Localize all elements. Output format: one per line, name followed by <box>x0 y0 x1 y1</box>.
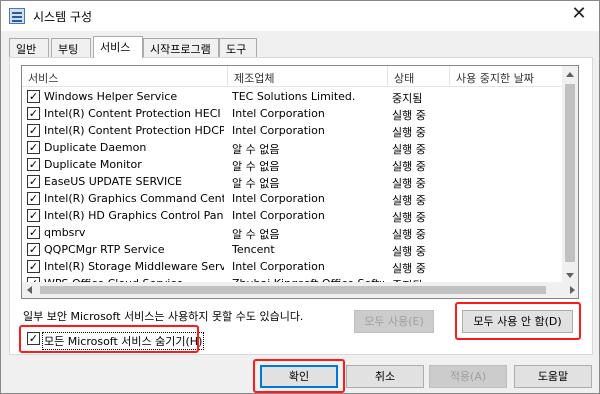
service-checkbox[interactable]: ✓ <box>27 90 40 103</box>
vertical-scrollbar[interactable] <box>562 66 578 283</box>
service-name: qmbsrv <box>44 226 86 239</box>
horizontal-scroll-thumb[interactable] <box>40 286 546 294</box>
column-header-status[interactable]: 상태 <box>388 66 450 87</box>
service-name: Intel(R) Content Protection HECI Se... <box>44 107 224 120</box>
service-row[interactable]: ✓ Intel(R) Storage Middleware Service Inte… <box>22 258 563 275</box>
apply-button[interactable]: 적용(A) <box>429 365 507 388</box>
info-text: 일부 보안 Microsoft 서비스는 사용하지 못할 수도 있습니다. <box>23 310 304 323</box>
hide-ms-checkbox[interactable]: ✓ <box>27 332 40 345</box>
service-checkbox[interactable]: ✓ <box>27 192 40 205</box>
window-title: 시스템 구성 <box>33 10 93 24</box>
title-bar: 시스템 구성 ✕ <box>1 1 599 31</box>
service-name: Intel(R) HD Graphics Control Panel ... <box>44 209 224 222</box>
column-header-disabled-date[interactable]: 사용 중지한 날짜 <box>450 66 563 87</box>
service-checkbox[interactable]: ✓ <box>27 260 40 273</box>
service-row[interactable]: ✓ Intel(R) Graphics Command Center ... Int… <box>22 190 563 207</box>
tab-startup[interactable]: 시작프로그램 <box>143 38 219 57</box>
service-status: 실행 중 <box>392 126 426 138</box>
tab-bar: 일반 부팅 서비스 시작프로그램 도구 <box>9 36 593 58</box>
service-checkbox[interactable]: ✓ <box>27 243 40 256</box>
service-row[interactable]: ✓ Intel(R) Content Protection HDCP S... In… <box>22 122 563 139</box>
service-checkbox[interactable]: ✓ <box>27 175 40 188</box>
tab-boot[interactable]: 부팅 <box>51 38 91 57</box>
service-vendor: TEC Solutions Limited. <box>232 90 356 103</box>
service-status: 실행 중 <box>392 211 426 223</box>
service-status: 중지됨 <box>392 92 423 104</box>
service-name: Windows Helper Service <box>44 90 178 103</box>
enable-all-button[interactable]: 모두 사용(E) <box>354 310 434 333</box>
service-vendor: 알 수 없음 <box>232 228 280 240</box>
service-row[interactable]: ✓ EaseUS UPDATE SERVICE 알 수 없음 실행 중 <box>22 173 563 190</box>
horizontal-scrollbar[interactable] <box>22 282 578 298</box>
msconfig-app-icon <box>9 8 25 24</box>
service-status: 실행 중 <box>392 109 426 121</box>
cancel-button[interactable]: 취소 <box>346 365 424 388</box>
scroll-right-icon[interactable] <box>570 286 575 294</box>
scroll-left-icon[interactable] <box>27 286 32 294</box>
service-name: EaseUS UPDATE SERVICE <box>44 175 182 188</box>
service-checkbox[interactable]: ✓ <box>27 226 40 239</box>
service-checkbox[interactable]: ✓ <box>27 107 40 120</box>
service-checkbox[interactable]: ✓ <box>27 141 40 154</box>
service-vendor: Intel Corporation <box>232 107 325 120</box>
service-vendor: 알 수 없음 <box>232 177 280 189</box>
service-vendor: 알 수 없음 <box>232 160 280 172</box>
service-row[interactable]: ✓ QQPCMgr RTP Service Tencent 실행 중 <box>22 241 563 258</box>
service-status: 실행 중 <box>392 143 426 155</box>
service-row[interactable]: ✓ Intel(R) HD Graphics Control Panel ... I… <box>22 207 563 224</box>
service-status: 실행 중 <box>392 194 426 206</box>
column-header-service[interactable]: 서비스 <box>22 66 228 87</box>
vertical-scroll-thumb[interactable] <box>565 84 575 262</box>
disable-all-button[interactable]: 모두 사용 안 함(D) <box>462 310 573 333</box>
service-checkbox[interactable]: ✓ <box>27 158 40 171</box>
service-status: 실행 중 <box>392 160 426 172</box>
scroll-up-icon[interactable] <box>566 72 574 77</box>
list-header: 서비스 제조업체 상태 사용 중지한 날짜 <box>22 66 563 87</box>
service-vendor: Intel Corporation <box>232 260 325 273</box>
service-vendor: Tencent <box>232 243 275 256</box>
service-name: Duplicate Daemon <box>44 141 147 154</box>
service-checkbox[interactable]: ✓ <box>27 209 40 222</box>
service-row[interactable]: ✓ Windows Helper Service TEC Solutions Lim… <box>22 88 563 105</box>
service-vendor: Intel Corporation <box>232 192 325 205</box>
services-list[interactable]: 서비스 제조업체 상태 사용 중지한 날짜 ✓ Windows Helper Se… <box>21 65 579 299</box>
tab-services[interactable]: 서비스 <box>93 36 143 58</box>
help-button[interactable]: 도움말 <box>514 365 592 388</box>
tab-general[interactable]: 일반 <box>9 38 49 57</box>
service-vendor: Intel Corporation <box>232 124 325 137</box>
service-name: Intel(R) Storage Middleware Service <box>44 260 224 273</box>
service-row[interactable]: ✓ Duplicate Daemon 알 수 없음 실행 중 <box>22 139 563 156</box>
service-status: 실행 중 <box>392 245 426 257</box>
scroll-down-icon[interactable] <box>566 273 574 278</box>
service-name: Duplicate Monitor <box>44 158 142 171</box>
ok-button[interactable]: 확인 <box>260 365 338 388</box>
tab-tools[interactable]: 도구 <box>219 38 257 57</box>
service-checkbox[interactable]: ✓ <box>27 124 40 137</box>
column-header-vendor[interactable]: 제조업체 <box>228 66 388 87</box>
service-row[interactable]: ✓ qmbsrv 알 수 없음 실행 중 <box>22 224 563 241</box>
service-name: QQPCMgr RTP Service <box>44 243 165 256</box>
service-row[interactable]: ✓ Intel(R) Content Protection HECI Se... I… <box>22 105 563 122</box>
service-status: 실행 중 <box>392 262 426 274</box>
service-vendor: 알 수 없음 <box>232 143 280 155</box>
service-status: 실행 중 <box>392 228 426 240</box>
hide-ms-label[interactable]: 모든 Microsoft 서비스 숨기기(H) <box>42 332 205 350</box>
service-status: 실행 중 <box>392 177 426 189</box>
service-vendor: Intel Corporation <box>232 209 325 222</box>
system-configuration-window: 시스템 구성 ✕ 일반 부팅 서비스 시작프로그램 도구 서비스 제조업체 상태… <box>0 0 600 394</box>
close-button[interactable]: ✕ <box>565 3 593 27</box>
service-name: Intel(R) Content Protection HDCP S... <box>44 124 224 137</box>
service-name: Intel(R) Graphics Command Center ... <box>44 192 224 205</box>
service-row[interactable]: ✓ Duplicate Monitor 알 수 없음 실행 중 <box>22 156 563 173</box>
